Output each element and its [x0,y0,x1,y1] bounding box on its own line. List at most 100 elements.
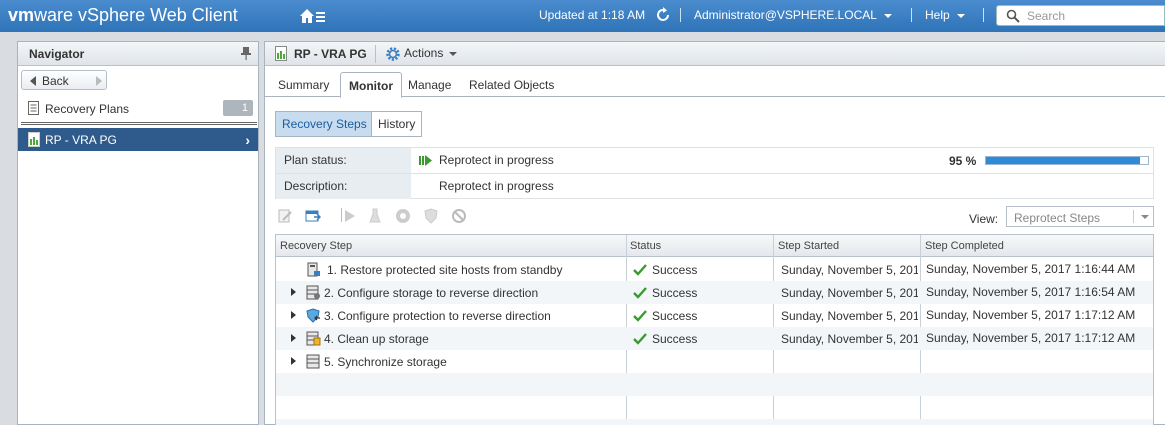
brand-vm: vm [8,5,35,25]
table-row-empty [276,419,1153,425]
table-row[interactable]: 3. Configure protection to reverse direc… [276,304,1153,327]
column-header-status[interactable]: Status [630,240,661,252]
plan-status-box: Plan status: Reprotect in progress 95 % … [275,147,1154,199]
step-name: 2. Configure storage to reverse directio… [324,286,539,300]
nav-item-recovery-plans[interactable]: Recovery Plans 1 [18,96,258,122]
chevron-right-icon: › [245,132,250,148]
check-icon [633,264,647,276]
check-icon [633,287,647,299]
nav-selected-label: RP - VRA PG [45,133,117,147]
refresh-icon[interactable] [654,6,672,24]
expand-arrow-icon[interactable] [291,288,296,296]
object-header: RP - VRA PG Actions [265,42,1165,66]
progress-percent: 95 % [949,154,977,168]
navigator-panel: Navigator Back Recovery Plans 1 RP - VRA… [17,41,259,425]
stop-icon[interactable] [395,208,411,224]
step-name: 4. Clean up storage [324,332,429,346]
home-icon[interactable] [298,6,326,26]
view-label: View: [969,212,999,226]
run-icon[interactable] [341,208,357,224]
view-select[interactable]: Reprotect Steps [1006,206,1154,227]
column-header-step[interactable]: Recovery Step [280,240,352,252]
topbar-divider [911,8,912,22]
table-row[interactable]: 1. Restore protected site hosts from sta… [276,258,1153,281]
table-row[interactable]: 2. Configure storage to reverse directio… [276,281,1153,304]
description-value: Reprotect in progress [439,179,554,193]
description-label: Description: [276,174,411,199]
main-panel: RP - VRA PG Actions Summary Monitor Mana… [264,41,1165,425]
search-icon [1006,9,1020,23]
brand-ware: ware [34,5,74,25]
sync-storage-icon [306,354,320,369]
chevron-down-icon [957,13,966,18]
navigator-title: Navigator [29,47,85,61]
plan-status-value: Reprotect in progress [439,153,554,167]
tab-monitor[interactable]: Monitor [340,72,402,98]
select-divider [1133,210,1134,223]
gear-icon [386,47,400,61]
step-started: Sunday, November 5, 2017 1:17:12 AM [781,332,918,346]
tab-summary[interactable]: Summary [278,72,329,97]
subtab-history[interactable]: History [371,111,422,137]
user-menu[interactable]: Administrator@VSPHERE.LOCAL [694,8,892,22]
nav-item-rp-vra-pg[interactable]: RP - VRA PG › [18,128,258,151]
chevron-down-icon [883,13,892,18]
table-row-empty [276,373,1153,396]
object-title: RP - VRA PG [294,47,367,61]
expand-arrow-icon[interactable] [291,357,296,365]
step-name: 5. Synchronize storage [324,355,447,369]
expand-arrow-icon[interactable] [291,311,296,319]
chevron-down-icon [1141,215,1149,219]
step-completed: Sunday, November 5, 2017 1:16:54 AM [926,285,1136,299]
navigator-header: Navigator [18,42,258,66]
steps-toolbar: View: Reprotect Steps [275,205,1154,229]
in-progress-icon [419,155,432,166]
expand-arrow-icon[interactable] [291,334,296,342]
check-icon [633,333,647,345]
help-menu[interactable]: Help [925,8,966,22]
subtab-recovery-steps[interactable]: Recovery Steps [275,111,372,137]
step-started: Sunday, November 5, 2017 1:16:54 AM [781,309,918,323]
check-icon [633,310,647,322]
step-status: Success [652,286,698,300]
user-name: Administrator@VSPHERE.LOCAL [694,8,877,22]
table-row[interactable]: 5. Synchronize storage [276,350,1153,373]
pin-icon[interactable] [240,46,252,60]
step-completed: Sunday, November 5, 2017 1:17:12 AM [926,331,1136,345]
search-input[interactable] [1027,8,1157,23]
step-completed: Sunday, November 5, 2017 1:17:12 AM [926,308,1136,322]
plan-status-label: Plan status: [276,148,411,173]
grid-header: Recovery Step Status Step Started Step C… [276,235,1153,257]
recovery-plan-icon [275,46,287,61]
back-button[interactable]: Back [21,70,107,90]
app-brand[interactable]: vmware vSphere Web Client [8,5,238,26]
updated-time: Updated at 1:18 AM [539,8,646,22]
table-row[interactable]: 4. Clean up storage Success Sunday, Nove… [276,327,1153,350]
step-status: Success [652,309,698,323]
forward-arrow-icon[interactable] [96,76,102,86]
column-header-completed[interactable]: Step Completed [925,240,1004,252]
cancel-icon[interactable] [451,208,467,224]
back-label: Back [42,74,69,88]
tab-related-objects[interactable]: Related Objects [469,72,554,97]
host-icon [307,262,320,277]
actions-label: Actions [404,46,444,60]
header-divider [375,45,376,63]
step-status: Success [652,332,698,346]
tab-manage[interactable]: Manage [408,72,451,97]
cleanup-storage-icon [306,331,321,346]
recovery-plan-icon [28,132,40,147]
plan-status-row: Plan status: Reprotect in progress 95 % [276,148,1153,174]
view-select-value: Reprotect Steps [1014,211,1101,225]
shield-icon[interactable] [423,208,439,224]
nav-item-label: Recovery Plans [45,102,130,116]
step-name: 3. Configure protection to reverse direc… [324,309,551,323]
edit-icon[interactable] [277,208,293,224]
back-arrow-icon [30,76,36,86]
cleanup-icon[interactable] [367,208,383,224]
top-bar: vmware vSphere Web Client Updated at 1:1… [0,0,1165,32]
progress-bar [985,156,1149,165]
column-header-started[interactable]: Step Started [778,240,839,252]
brand-product: vSphere Web Client [73,5,238,25]
export-icon[interactable] [305,208,321,224]
